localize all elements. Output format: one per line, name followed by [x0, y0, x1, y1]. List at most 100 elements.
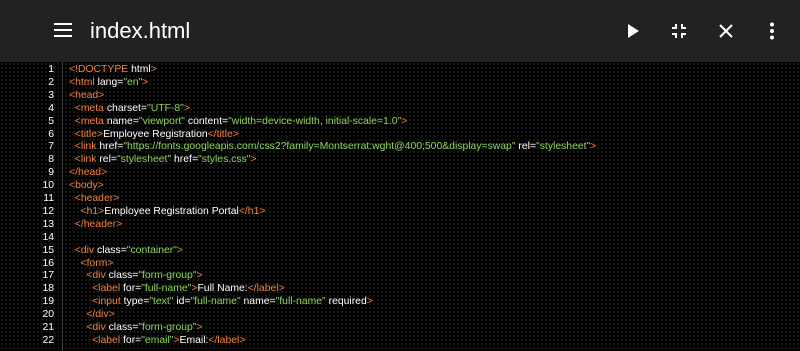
- code-token: <div: [86, 322, 106, 333]
- line-number: 16: [42, 257, 54, 269]
- code-token: "en": [123, 76, 143, 88]
- code-token: <input: [92, 296, 121, 308]
- code-token: <head>: [69, 89, 105, 101]
- code-text: <div class="form-group">: [69, 269, 202, 282]
- code-token: required: [325, 296, 367, 308]
- code-token: >: [150, 64, 157, 75]
- code-token: </h1>: [238, 205, 266, 217]
- code-token: name: [103, 115, 133, 127]
- code-token: <div: [74, 244, 95, 256]
- line-number: 21: [42, 322, 54, 333]
- code-token: <meta: [74, 102, 104, 114]
- code-token: "email": [141, 334, 174, 346]
- code-token: class: [105, 270, 133, 282]
- exit-fullscreen-button[interactable]: [663, 15, 695, 47]
- line-number: 14: [42, 231, 54, 243]
- more-options-button[interactable]: [756, 15, 788, 47]
- code-token: <form>: [80, 257, 114, 269]
- code-token: </label>: [208, 334, 246, 346]
- line-number: 1: [48, 64, 54, 75]
- code-token: "UTF-8": [147, 102, 184, 114]
- code-token: class: [94, 244, 121, 256]
- code-token: Email:: [179, 334, 209, 346]
- code-token: </header>: [74, 218, 123, 230]
- code-token: >: [366, 296, 373, 308]
- code-token: href: [96, 141, 118, 153]
- code-token: <div: [86, 270, 106, 282]
- code-token: <h1>: [80, 205, 105, 217]
- code-token: Full Name:: [197, 283, 248, 295]
- close-button[interactable]: [710, 15, 742, 47]
- code-token: <html: [69, 76, 95, 88]
- code-token: lang: [94, 76, 118, 88]
- code-text: <label for="email">Email:</label>: [69, 334, 245, 347]
- line-number: 17: [42, 270, 54, 282]
- line-number: 4: [48, 102, 54, 114]
- line-number: 10: [42, 180, 54, 192]
- fullscreen-exit-icon: [672, 24, 686, 38]
- code-token: >: [142, 76, 149, 88]
- code-token: <link: [74, 141, 97, 153]
- code-token: charset: [103, 102, 141, 114]
- code-token: "container": [126, 244, 177, 256]
- code-token: "full-name": [141, 283, 192, 295]
- line-number: 13: [42, 218, 54, 230]
- code-token: <header>: [74, 193, 120, 204]
- code-text: <link href="https://fonts.googleapis.com…: [69, 140, 597, 153]
- code-text: <form>: [69, 257, 114, 270]
- code-token: "stylesheet": [116, 154, 172, 166]
- code-token: "styles.css": [198, 154, 251, 166]
- code-text: <div class="form-group">: [69, 321, 203, 334]
- code-token: html: [128, 64, 151, 75]
- line-number: 7: [48, 141, 54, 153]
- code-token: class: [105, 322, 133, 333]
- hamburger-menu-icon[interactable]: [48, 15, 78, 45]
- code-text: <html lang="en">: [69, 76, 148, 89]
- code-token: >: [196, 322, 203, 333]
- line-number: 9: [48, 167, 54, 179]
- code-token: content: [185, 115, 222, 127]
- code-text: <meta charset="UTF-8">: [69, 102, 190, 115]
- code-text: <input type="text" id="full-name" name="…: [69, 295, 373, 308]
- code-text: <title>Employee Registration</title>: [69, 128, 239, 141]
- code-token: <title>: [74, 128, 104, 140]
- line-number: 2: [48, 76, 54, 88]
- app-toolbar: index.html: [0, 0, 800, 62]
- code-token: id: [173, 296, 185, 308]
- code-text: <head>: [69, 89, 104, 102]
- run-button[interactable]: [617, 15, 649, 47]
- code-token: rel: [515, 141, 530, 153]
- line-number: 20: [42, 309, 54, 321]
- code-editor-app: index.html 1 <!DOCTYPE html> 2 <html lan…: [0, 0, 800, 351]
- line-number: 18: [42, 283, 54, 295]
- code-token: "form-group": [138, 322, 197, 333]
- code-token: "full-name": [275, 296, 326, 308]
- code-token: <label: [92, 283, 121, 295]
- code-token: >: [401, 115, 408, 127]
- code-token: name: [240, 296, 270, 308]
- code-token: Employee Registration: [103, 128, 208, 140]
- code-text: <body>: [69, 179, 104, 192]
- code-text: <meta name="viewport" content="width=dev…: [69, 115, 408, 128]
- play-icon: [628, 24, 639, 38]
- code-token: type: [120, 296, 144, 308]
- code-token: </label>: [247, 283, 285, 295]
- code-token: "form-group": [138, 270, 197, 282]
- code-text: <label for="full-name">Full Name:</label…: [69, 282, 285, 295]
- code-text: <!DOCTYPE html>: [69, 63, 157, 76]
- code-token: "width=device-width, initial-scale=1.0": [228, 115, 402, 127]
- code-token: <label: [92, 334, 121, 346]
- line-number: 5: [48, 115, 54, 127]
- code-token: rel: [96, 154, 111, 166]
- code-token: for: [120, 334, 136, 346]
- code-token: >: [590, 141, 597, 153]
- code-token: >: [183, 102, 190, 114]
- line-number: 11: [43, 193, 54, 204]
- code-editor[interactable]: 1 <!DOCTYPE html> 2 <html lang="en"> 3 <head>…: [0, 62, 800, 351]
- code-text: <div class="container">: [69, 244, 183, 257]
